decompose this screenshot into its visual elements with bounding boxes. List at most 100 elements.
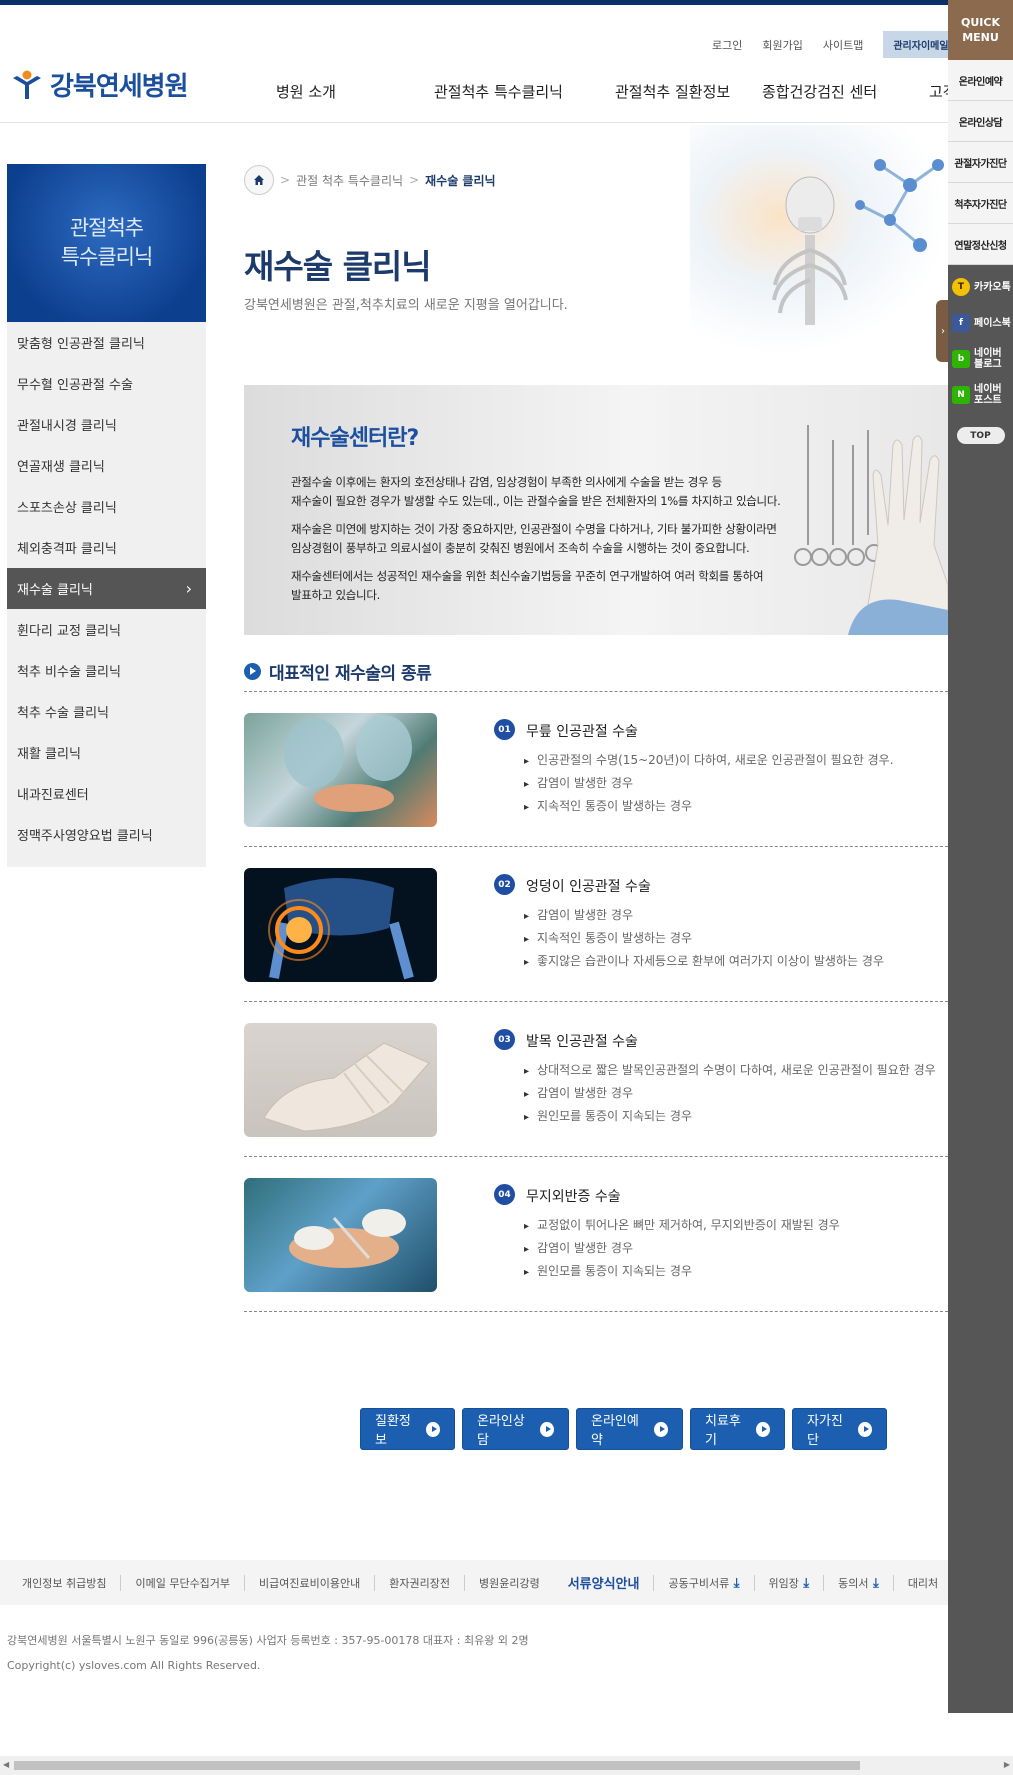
info-paragraph: 재수술은 미연에 방지하는 것이 가장 중요하지만, 인공관절이 수명을 다하거… — [291, 522, 777, 555]
info-box: 재수술센터란? 관절수술 이후에는 환자의 호전상태나 감염, 임상경험이 부족… — [244, 385, 949, 636]
download-consent[interactable]: 동의서 — [823, 1574, 893, 1591]
online-consult-button[interactable]: 온라인상담 — [462, 1408, 569, 1450]
hip-xray-photo — [244, 868, 437, 982]
arrow-circle-icon — [654, 1421, 668, 1437]
breadcrumb-current: 재수술 클리닉 — [425, 173, 496, 188]
login-link[interactable]: 로그인 — [712, 37, 742, 53]
naver-blog-link[interactable]: b 네이버 블로그 — [948, 341, 1013, 377]
scrollbar-thumb[interactable] — [14, 1761, 860, 1770]
disease-info-button[interactable]: 질환정보 — [360, 1408, 455, 1450]
divider — [244, 691, 948, 692]
item-point: 감염이 발생한 경우 — [524, 774, 633, 791]
nav-about[interactable]: 병원 소개 — [276, 81, 434, 102]
horizontal-scrollbar[interactable]: ◀ ▶ — [0, 1756, 1013, 1775]
divider — [244, 846, 948, 847]
lnb-item[interactable]: 휜다리 교정 클리닉 — [7, 609, 206, 650]
lnb-item[interactable]: 스포츠손상 클리닉 — [7, 486, 206, 527]
quick-menu-title: QUICK MENU — [948, 0, 1013, 60]
item-number: 01 — [494, 719, 515, 740]
sitemap-link[interactable]: 사이트맵 — [823, 37, 863, 53]
lnb-item[interactable]: 관절내시경 클리닉 — [7, 404, 206, 445]
lnb-item[interactable]: 척추 수술 클리닉 — [7, 691, 206, 732]
lnb-item[interactable]: 내과진료센터 — [7, 773, 206, 814]
breadcrumb: > 관절 척추 특수클리닉 > 재수술 클리닉 — [244, 165, 496, 195]
nav-health-checkup[interactable]: 종합건강검진 센터 — [762, 81, 929, 102]
utility-links: 로그인 회원가입 사이트맵 관리자이메일 — [712, 31, 959, 58]
quick-tax-settlement[interactable]: 연말정산신청 — [948, 224, 1013, 265]
home-icon[interactable] — [244, 165, 274, 195]
quick-online-consult[interactable]: 온라인상담 — [948, 101, 1013, 142]
hospital-logo[interactable]: 강북연세병원 — [10, 66, 189, 103]
footer-address: 강북연세병원 서울특별시 노원구 동일로 996(공릉동) 사업자 등록번호 :… — [7, 1634, 529, 1647]
lnb-title: 관절척추 특수클리닉 — [60, 216, 154, 269]
info-paragraph: 재수술센터에서는 성공적인 재수술을 위한 최신수술기법등을 꾸준히 연구개발하… — [291, 569, 764, 602]
arrow-circle-icon — [858, 1421, 872, 1437]
download-common-docs[interactable]: 공동구비서류 — [653, 1574, 753, 1591]
lnb-item[interactable]: 정맥주사영양요법 클리닉 — [7, 814, 206, 855]
scroll-left-icon[interactable]: ◀ — [3, 1760, 9, 1769]
item-title: 무지외반증 수술 — [526, 1189, 621, 1205]
lnb-item[interactable]: 맞춤형 인공관절 클리닉 — [7, 322, 206, 363]
ankle-bandage-photo — [244, 1023, 437, 1137]
breadcrumb-parent[interactable]: 관절 척추 특수클리닉 — [296, 172, 403, 189]
email-refusal-link[interactable]: 이메일 무단수집거부 — [120, 1574, 244, 1591]
lnb-item[interactable]: 재활 클리닉 — [7, 732, 206, 773]
section-title-text: 대표적인 재수술의 종류 — [269, 664, 432, 684]
button-label: 치료후기 — [705, 1414, 741, 1448]
page-subtitle: 강북연세병원은 관절,척추치료의 새로운 지평을 열어갑니다. — [244, 298, 568, 313]
kakaotalk-icon: T — [952, 278, 970, 296]
breadcrumb-separator: > — [409, 173, 420, 187]
button-label: 자가진단 — [807, 1414, 843, 1448]
facebook-link[interactable]: f 페이스북 — [948, 305, 1013, 341]
naver-post-link[interactable]: N 네이버 포스트 — [948, 377, 1013, 413]
nav-divider — [0, 122, 948, 123]
info-paragraph: 관절수술 이후에는 환자의 호전상태나 감염, 임상경험이 부족한 의사에게 수… — [291, 475, 781, 508]
lnb-item[interactable]: 무수혈 인공관절 수술 — [7, 363, 206, 404]
lnb-item-active[interactable]: 재수술 클리닉 — [7, 568, 206, 609]
divider — [244, 1311, 948, 1312]
self-diagnosis-button[interactable]: 자가진단 — [792, 1408, 887, 1450]
button-label: 온라인예약 — [591, 1414, 639, 1448]
logo-icon — [10, 70, 44, 100]
item-point: 감염이 발생한 경우 — [524, 906, 633, 923]
footer-copyright: Copyright(c) ysloves.com All Rights Rese… — [7, 1659, 261, 1672]
patient-rights-link[interactable]: 환자권리장전 — [374, 1574, 464, 1591]
item-title: 발목 인공관절 수술 — [526, 1034, 638, 1050]
privacy-policy-link[interactable]: 개인정보 취급방침 — [8, 1575, 120, 1591]
naver-blog-icon: b — [952, 350, 970, 368]
arrow-circle-icon — [244, 663, 261, 680]
online-reservation-button[interactable]: 온라인예약 — [576, 1408, 683, 1450]
button-label: 온라인상담 — [477, 1414, 525, 1448]
nav-special-clinic[interactable]: 관절척추 특수클리닉 — [434, 81, 615, 102]
quick-spine-self-check[interactable]: 척추자가진단 — [948, 183, 1013, 224]
download-power-of-attorney[interactable]: 위임장 — [753, 1574, 824, 1591]
scroll-top-button[interactable]: TOP — [956, 427, 1005, 444]
forms-title: 서류양식안내 — [567, 1577, 640, 1592]
join-link[interactable]: 회원가입 — [762, 37, 802, 53]
ethics-link[interactable]: 병원윤리강령 — [463, 1574, 554, 1591]
bunion-surgery-photo — [244, 1178, 437, 1292]
kakaotalk-label: 카카오톡 — [974, 281, 1011, 293]
non-covered-fees-link[interactable]: 비급여진료비이용안내 — [244, 1574, 374, 1591]
logo-text: 강북연세병원 — [50, 72, 189, 102]
item-point: 상대적으로 짧은 발목인공관절의 수명이 다하여, 새로운 인공관절이 필요한 … — [524, 1061, 936, 1078]
download-proxy[interactable]: 대리처 — [892, 1574, 952, 1591]
hero-skeleton-illustration — [690, 125, 948, 355]
side-menu: 맞춤형 인공관절 클리닉 무수혈 인공관절 수술 관절내시경 클리닉 연골재생 … — [7, 322, 206, 867]
item-title: 엉덩이 인공관절 수술 — [526, 879, 651, 895]
divider — [244, 1156, 948, 1157]
divider — [244, 1001, 948, 1002]
kakaotalk-link[interactable]: T 카카오톡 — [948, 269, 1013, 305]
reviews-button[interactable]: 치료후기 — [690, 1408, 785, 1450]
item-point: 감염이 발생한 경우 — [524, 1239, 633, 1256]
facebook-label: 페이스북 — [974, 317, 1011, 329]
naver-blog-label: 네이버 블로그 — [974, 348, 1002, 370]
lnb-item[interactable]: 척추 비수술 클리닉 — [7, 650, 206, 691]
scroll-right-icon[interactable]: ▶ — [1004, 1760, 1010, 1769]
quick-joint-self-check[interactable]: 관절자가진단 — [948, 142, 1013, 183]
item-point: 감염이 발생한 경우 — [524, 1084, 633, 1101]
lnb-item[interactable]: 연골재생 클리닉 — [7, 445, 206, 486]
lnb-item[interactable]: 체외충격파 클리닉 — [7, 527, 206, 568]
nav-disease-info[interactable]: 관절척추 질환정보 — [615, 81, 762, 102]
quick-online-reservation[interactable]: 온라인예약 — [948, 60, 1013, 101]
